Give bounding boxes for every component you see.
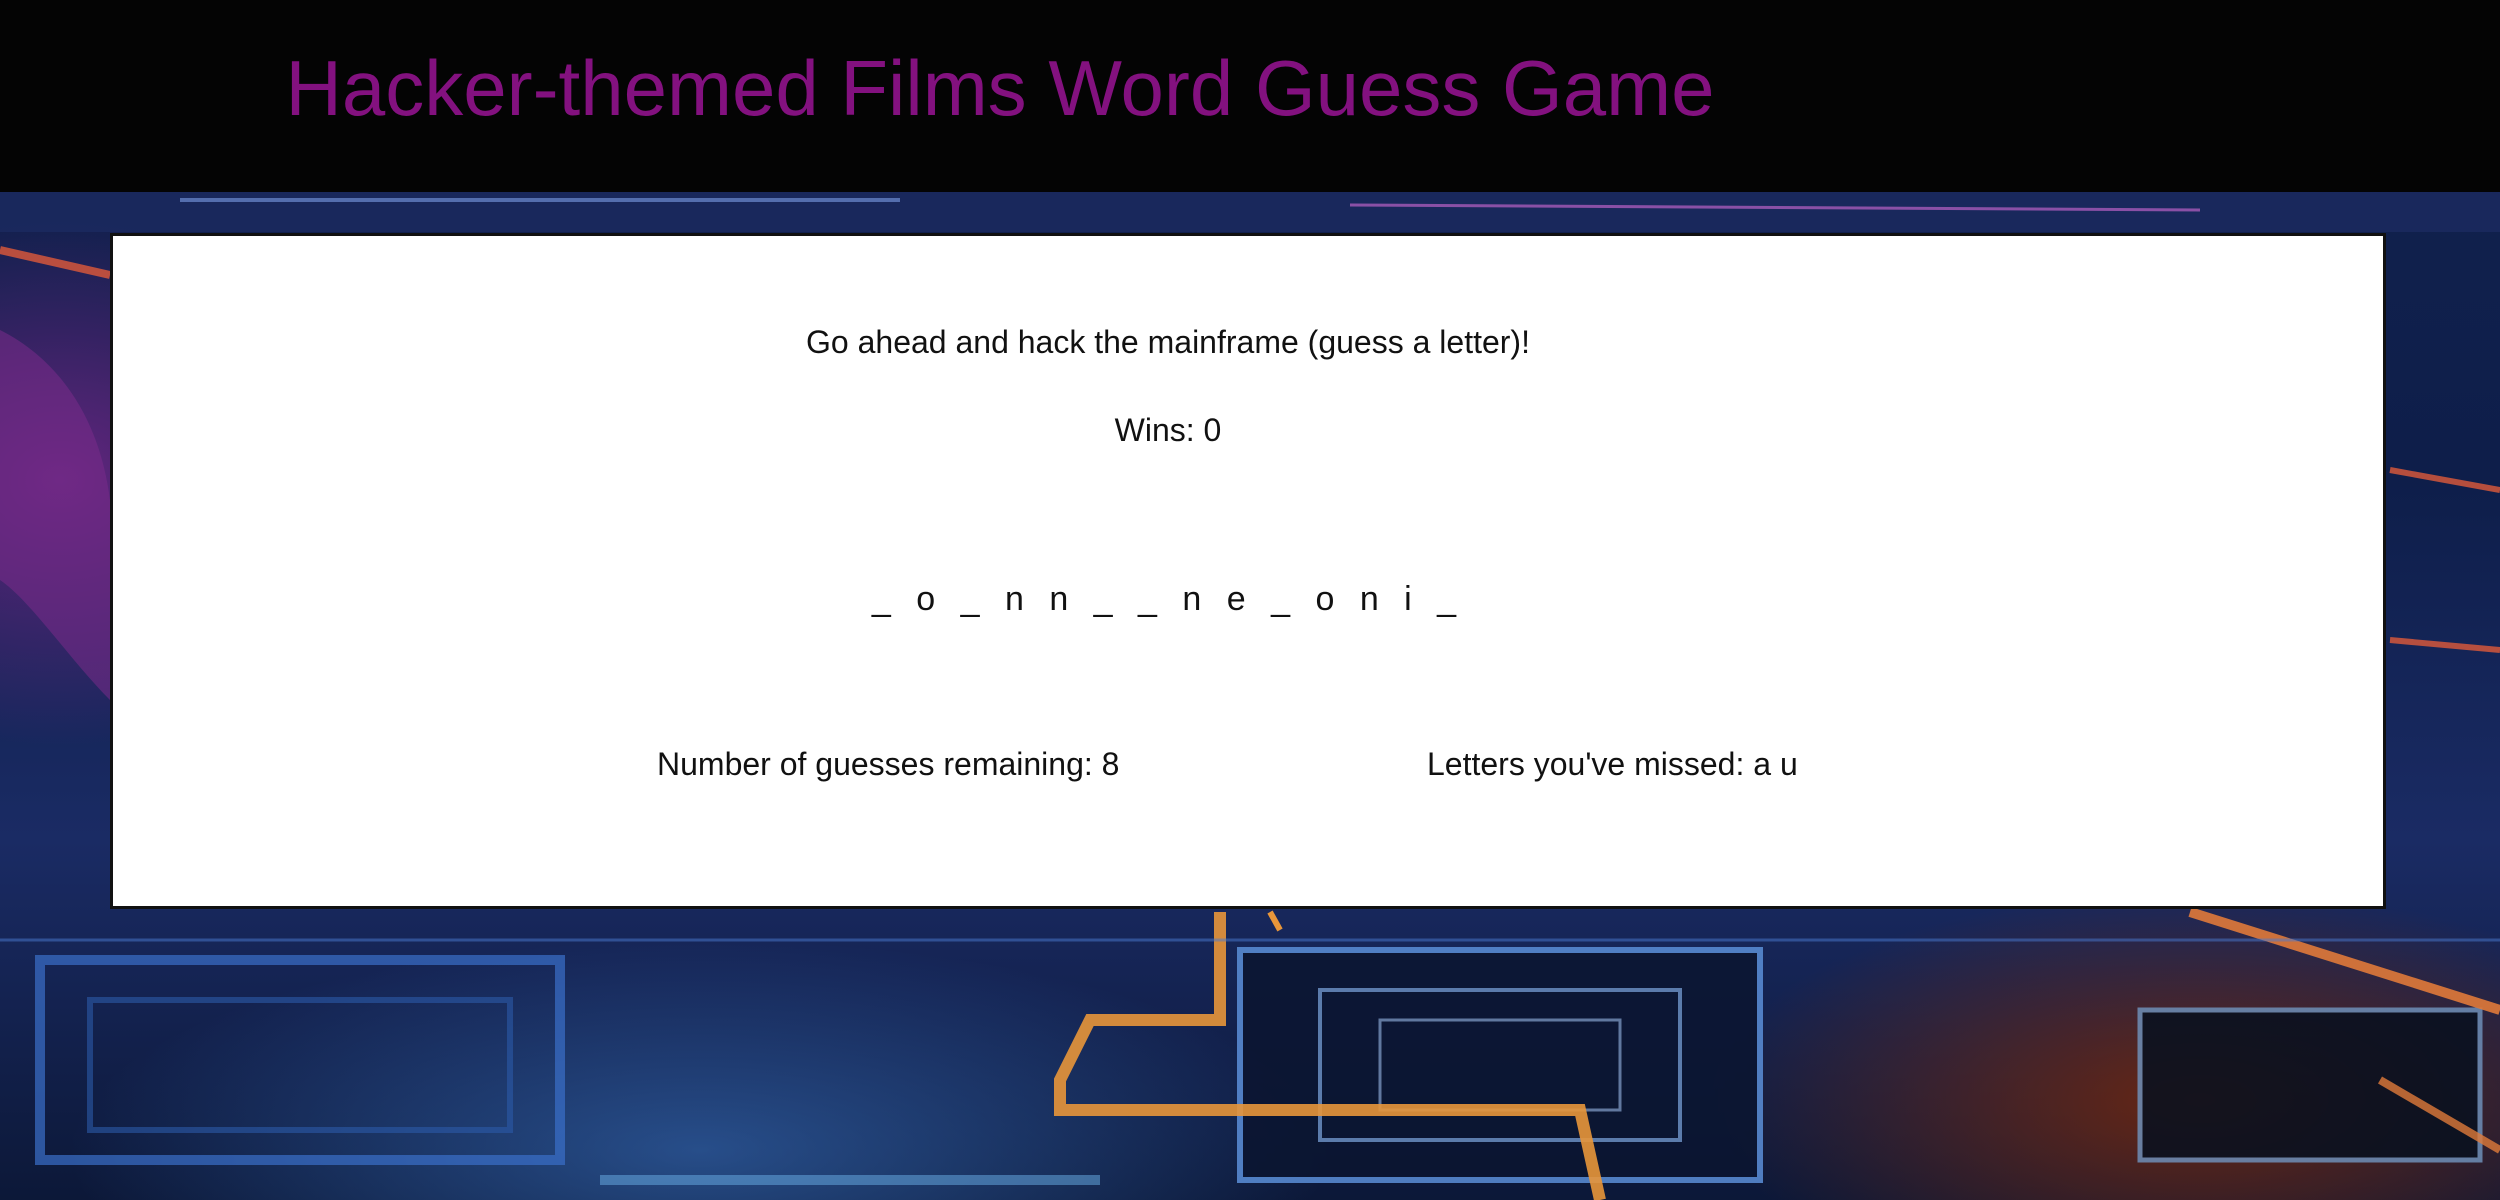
game-instructions: Go ahead and hack the mainframe (guess a… <box>806 324 1530 360</box>
missed-letters: Letters you've missed: a u <box>1427 744 1798 784</box>
page-header: Hacker-themed Films Word Guess Game <box>0 0 2500 192</box>
page-title-text: Hacker-themed Films Word Guess Game <box>285 44 1715 132</box>
wins-counter: Wins: 0 <box>33 410 2303 450</box>
guesses-remaining-value: 8 <box>1101 746 1120 782</box>
current-word-display: _ o _ n n _ _ n e _ o n i _ <box>871 580 1465 618</box>
guesses-remaining: Number of guesses remaining: 8 <box>657 744 1119 784</box>
guesses-remaining-label: Number of guesses remaining: <box>657 746 1102 782</box>
wins-label: Wins: <box>1114 412 1204 448</box>
page-title: Hacker-themed Films Word Guess Game <box>0 38 2500 138</box>
game-panel: Go ahead and hack the mainframe (guess a… <box>110 233 2386 909</box>
missed-letters-label: Letters you've missed: <box>1427 746 1754 782</box>
missed-letters-value: a u <box>1753 746 1798 782</box>
wins-value: 0 <box>1203 412 1222 448</box>
